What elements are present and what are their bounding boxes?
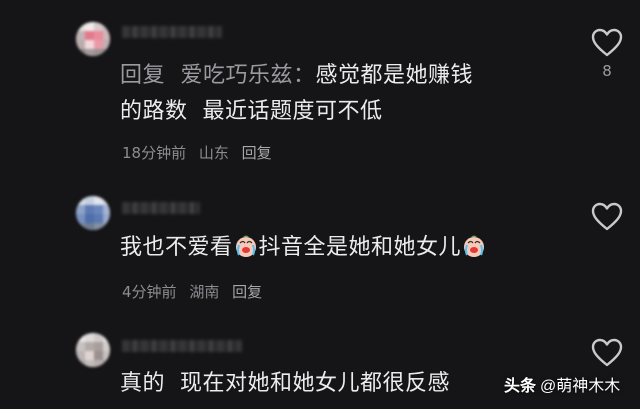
avatar[interactable]: [76, 196, 110, 230]
watermark-handle: @萌神木木: [540, 378, 621, 395]
reply-button[interactable]: 回复: [232, 283, 262, 301]
heart-outline-icon: [591, 28, 623, 57]
crying-face-emoji: [235, 235, 256, 257]
timestamp: 4分钟前: [122, 283, 177, 301]
comment-list: 回复 爱吃巧乐兹：感觉都是她赚钱 的路数 最近话题度可不低 18分钟前 山东 回…: [0, 0, 640, 409]
location: 湖南: [189, 283, 220, 301]
comment-text-line1: 感觉都是她赚钱: [315, 63, 474, 88]
timestamp: 18分钟前: [122, 144, 187, 162]
comment-text-line2: 的路数 最近话题度可不低: [120, 99, 383, 124]
comment-meta: 4分钟前 湖南 回复: [122, 281, 270, 302]
comment-text: 我也不爱看 抖音全是她和她女儿: [120, 232, 487, 264]
comment-text-part2: 抖音全是她和她女儿: [258, 235, 462, 260]
like-count: 8: [602, 62, 612, 80]
comment-text-part1: 我也不爱看: [120, 235, 233, 260]
comment-meta: 18分钟前 山东 回复: [122, 142, 280, 163]
username-blurred[interactable]: [122, 340, 242, 352]
heart-outline-icon: [591, 202, 623, 231]
comment-text: 回复 爱吃巧乐兹：感觉都是她赚钱: [120, 60, 473, 92]
comment-text: 真的 现在对她和她女儿都很反感: [120, 371, 450, 396]
location: 山东: [198, 144, 229, 162]
avatar[interactable]: [76, 22, 110, 56]
reply-button[interactable]: 回复: [242, 144, 272, 162]
reply-target-username[interactable]: 爱吃巧乐兹：: [181, 63, 316, 88]
username-blurred[interactable]: [122, 26, 222, 38]
crying-face-emoji: [464, 235, 485, 257]
reply-prefix: 回复: [120, 63, 166, 88]
like-button[interactable]: 8: [588, 28, 626, 80]
watermark-brand: 头条: [504, 378, 537, 395]
avatar[interactable]: [76, 333, 110, 367]
heart-outline-icon: [591, 338, 623, 367]
username-blurred[interactable]: [122, 202, 200, 214]
like-button[interactable]: [588, 338, 626, 368]
watermark: 头条 @萌神木木: [504, 372, 620, 396]
like-button[interactable]: [588, 202, 626, 232]
